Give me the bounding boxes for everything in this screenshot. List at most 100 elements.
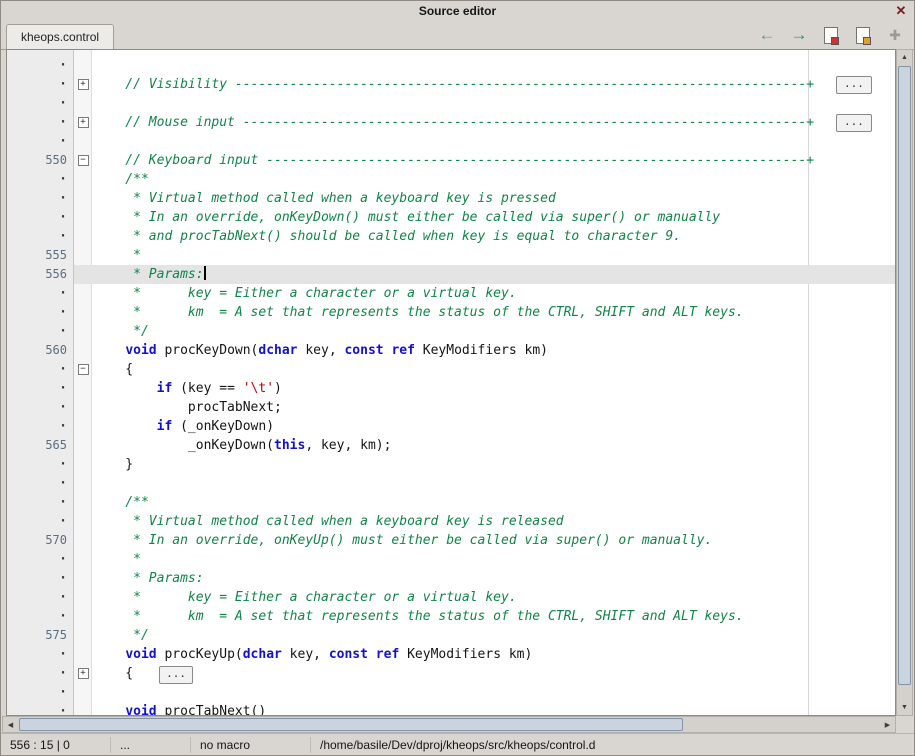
code-text[interactable]: * Virtual method called when a keyboard …: [92, 512, 895, 531]
code-line[interactable]: · void procKeyUp(dchar key, const ref Ke…: [7, 645, 895, 664]
code-text[interactable]: {: [92, 360, 895, 379]
code-text[interactable]: * In an override, onKeyUp() must either …: [92, 531, 895, 550]
vertical-scroll-thumb[interactable]: [898, 66, 911, 685]
code-line[interactable]: · void procTabNext(): [7, 702, 895, 715]
scroll-left-arrow-icon[interactable]: ◀: [3, 717, 18, 732]
code-text[interactable]: // Visibility --------------------------…: [92, 75, 895, 94]
code-text[interactable]: void procTabNext(): [92, 702, 895, 715]
scroll-right-arrow-icon[interactable]: ▶: [880, 717, 895, 732]
code-text[interactable]: * km = A set that represents the status …: [92, 303, 895, 322]
line-number: 555: [7, 246, 74, 265]
code-text[interactable]: if (_onKeyDown): [92, 417, 895, 436]
code-line[interactable]: 575 */: [7, 626, 895, 645]
code-line[interactable]: · * key = Either a character or a virtua…: [7, 284, 895, 303]
document-action-1-button[interactable]: [820, 24, 842, 46]
code-text[interactable]: *: [92, 550, 895, 569]
code-line[interactable]: · /**: [7, 170, 895, 189]
code-text[interactable]: *: [92, 246, 895, 265]
code-text[interactable]: * and procTabNext() should be called whe…: [92, 227, 895, 246]
code-line[interactable]: ·− {: [7, 360, 895, 379]
fold-expand-icon[interactable]: +: [78, 79, 89, 90]
document-action-2-button[interactable]: [852, 24, 874, 46]
code-line[interactable]: · if (key == '\t'): [7, 379, 895, 398]
code-line[interactable]: 560 void procKeyDown(dchar key, const re…: [7, 341, 895, 360]
code-line[interactable]: · procTabNext;: [7, 398, 895, 417]
code-line[interactable]: · * km = A set that represents the statu…: [7, 303, 895, 322]
vertical-scrollbar[interactable]: ▲ ▼: [896, 49, 913, 716]
code-text[interactable]: * Params:: [92, 265, 895, 284]
code-line[interactable]: ·: [7, 132, 895, 151]
close-button[interactable]: ✕: [893, 3, 909, 19]
nav-back-button[interactable]: ←: [756, 24, 778, 46]
collapsed-fold-ellipsis[interactable]: ...: [159, 666, 193, 684]
tab-kheops-control[interactable]: kheops.control: [6, 24, 114, 49]
code-text[interactable]: [92, 474, 895, 493]
code-line[interactable]: · * Virtual method called when a keyboar…: [7, 512, 895, 531]
document-edit-icon: [856, 27, 870, 44]
code-line[interactable]: 570 * In an override, onKeyUp() must eit…: [7, 531, 895, 550]
code-line[interactable]: ·: [7, 94, 895, 113]
code-text[interactable]: }: [92, 455, 895, 474]
current-code-line[interactable]: 556 * Params:: [7, 265, 895, 284]
code-line[interactable]: · }: [7, 455, 895, 474]
code-line[interactable]: · * Params:: [7, 569, 895, 588]
code-text[interactable]: void procKeyDown(dchar key, const ref Ke…: [92, 341, 895, 360]
code-line[interactable]: ·+ // Mouse input ----------------------…: [7, 113, 895, 132]
code-text[interactable]: if (key == '\t'): [92, 379, 895, 398]
nav-forward-button[interactable]: →: [788, 24, 810, 46]
code-line[interactable]: ·: [7, 56, 895, 75]
code-line[interactable]: · *: [7, 550, 895, 569]
code-line[interactable]: 565 _onKeyDown(this, key, km);: [7, 436, 895, 455]
code-text[interactable]: void procKeyUp(dchar key, const ref KeyM…: [92, 645, 895, 664]
code-text[interactable]: /**: [92, 170, 895, 189]
code-text[interactable]: {...: [92, 664, 895, 683]
fold-expand-icon[interactable]: +: [78, 117, 89, 128]
collapsed-fold-ellipsis[interactable]: ...: [836, 114, 872, 132]
horizontal-scroll-thumb[interactable]: [19, 718, 683, 731]
code-text[interactable]: * Params:: [92, 569, 895, 588]
code-text[interactable]: procTabNext;: [92, 398, 895, 417]
code-text[interactable]: * key = Either a character or a virtual …: [92, 284, 895, 303]
code-line[interactable]: · * Virtual method called when a keyboar…: [7, 189, 895, 208]
code-line[interactable]: 555 *: [7, 246, 895, 265]
scroll-down-arrow-icon[interactable]: ▼: [897, 700, 912, 715]
code-editor[interactable]: ··+ // Visibility ----------------------…: [7, 50, 895, 715]
code-line[interactable]: · * km = A set that represents the statu…: [7, 607, 895, 626]
fold-collapse-icon[interactable]: −: [78, 155, 89, 166]
code-text[interactable]: [92, 56, 895, 75]
code-line[interactable]: · * and procTabNext() should be called w…: [7, 227, 895, 246]
collapsed-fold-ellipsis[interactable]: ...: [836, 76, 872, 94]
fold-expand-icon[interactable]: +: [78, 668, 89, 679]
code-text[interactable]: */: [92, 626, 895, 645]
scroll-up-arrow-icon[interactable]: ▲: [897, 50, 912, 65]
detach-cross-icon: ✚: [889, 24, 901, 46]
fold-cell: [74, 227, 92, 246]
code-text[interactable]: * km = A set that represents the status …: [92, 607, 895, 626]
code-text[interactable]: * Virtual method called when a keyboard …: [92, 189, 895, 208]
code-text[interactable]: [92, 94, 895, 113]
code-line[interactable]: ·: [7, 683, 895, 702]
code-text[interactable]: */: [92, 322, 895, 341]
fold-collapse-icon[interactable]: −: [78, 364, 89, 375]
code-text[interactable]: [92, 683, 895, 702]
code-text[interactable]: _onKeyDown(this, key, km);: [92, 436, 895, 455]
code-text[interactable]: * In an override, onKeyDown() must eithe…: [92, 208, 895, 227]
detach-editor-button[interactable]: ✚: [884, 24, 906, 46]
code-text[interactable]: // Mouse input -------------------------…: [92, 113, 895, 132]
code-text[interactable]: // Keyboard input ----------------------…: [92, 151, 895, 170]
code-line[interactable]: · * key = Either a character or a virtua…: [7, 588, 895, 607]
code-text[interactable]: * key = Either a character or a virtual …: [92, 588, 895, 607]
code-line[interactable]: · /**: [7, 493, 895, 512]
code-line[interactable]: ·+ {...: [7, 664, 895, 683]
horizontal-scrollbar[interactable]: ◀ ▶: [2, 716, 896, 733]
code-line[interactable]: 550− // Keyboard input -----------------…: [7, 151, 895, 170]
source-editor-window: Source editor ✕ kheops.control ← → ✚: [0, 0, 915, 756]
code-line[interactable]: · */: [7, 322, 895, 341]
code-text[interactable]: /**: [92, 493, 895, 512]
code-line[interactable]: · * In an override, onKeyDown() must eit…: [7, 208, 895, 227]
code-line[interactable]: ·+ // Visibility -----------------------…: [7, 75, 895, 94]
code-line[interactable]: · if (_onKeyDown): [7, 417, 895, 436]
line-number: ·: [7, 550, 74, 569]
code-line[interactable]: ·: [7, 474, 895, 493]
code-text[interactable]: [92, 132, 895, 151]
